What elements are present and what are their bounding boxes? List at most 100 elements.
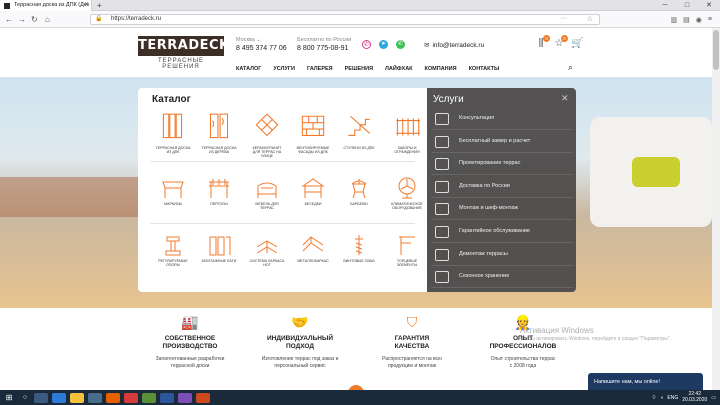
back-icon[interactable]: ← bbox=[5, 11, 13, 28]
email-link[interactable]: ✉ info@terradeck.ru bbox=[424, 41, 484, 49]
close-window-icon[interactable]: ✕ bbox=[698, 0, 720, 11]
chat-widget[interactable]: Напишите нам, мы online! bbox=[588, 373, 703, 391]
catalog-item-porcelain-tiles[interactable]: КЕРАМОГРАНИТ ДЛЯ ТЕРРАС НА УЛИЦЕ bbox=[244, 112, 290, 159]
new-tab-button[interactable]: + bbox=[97, 0, 102, 11]
menu-item-solutions[interactable]: РЕШЕНИЯ bbox=[345, 66, 373, 72]
blueprint-icon bbox=[435, 158, 449, 171]
catalog-item-gazebos[interactable]: БЕСЕДКИ bbox=[290, 176, 336, 206]
catalog-item-end-elements[interactable]: ТОРЦЕВЫЕ ЭЛЕМЕНТЫ bbox=[384, 233, 430, 267]
toolbar-extensions: ▥ ▤ ◉ ≡ bbox=[671, 11, 712, 28]
catalog-item-mounting-lags[interactable]: МОНТАЖНЫЕ ЛАГИ bbox=[196, 233, 242, 263]
maximize-icon[interactable]: □ bbox=[676, 0, 698, 11]
catalog-item-frame-system[interactable]: СИСТЕМА КАРКАСА НОТ bbox=[244, 233, 290, 267]
edge-icon[interactable] bbox=[52, 392, 66, 403]
menu-item-gallery[interactable]: ГАЛЕРЕЯ bbox=[307, 66, 333, 72]
service-item-design[interactable]: Проектирование террас bbox=[431, 153, 573, 176]
service-item-dismantling[interactable]: Демонтаж террасы bbox=[431, 244, 573, 266]
app-icon[interactable] bbox=[142, 392, 156, 403]
catalog-item-adjustable-supports[interactable]: РЕГУЛИРУЕМЫЕ ОПОРЫ bbox=[150, 233, 196, 267]
service-item-label: Демонтаж террасы bbox=[459, 250, 508, 257]
catalog-item-screw-piles[interactable]: ВИНТОВЫЕ СВАИ bbox=[336, 233, 382, 263]
compare-icon[interactable]: ⫼ 0 bbox=[535, 35, 550, 49]
close-icon[interactable]: ✕ bbox=[561, 93, 569, 104]
wood-board-icon bbox=[209, 113, 229, 139]
sidebar-icon[interactable]: ▤ bbox=[683, 16, 690, 24]
dismantle-icon bbox=[435, 248, 449, 261]
catalog-item-label: СИСТЕМА КАРКАСА НОТ bbox=[249, 259, 285, 268]
catalog-item-awnings[interactable]: МАРКИЗЫ bbox=[150, 176, 196, 206]
home-icon[interactable]: ⌂ bbox=[45, 11, 50, 28]
catalog-item-fences[interactable]: ЗАБОРЫ И ОГРАЖДЕНИЯ bbox=[384, 112, 430, 154]
catalog-item-ventilated-facades[interactable]: ВЕНТИЛИРУЕМЫЕ ФАСАДЫ ИЗ ДПК bbox=[290, 112, 336, 154]
search-icon[interactable]: ⌕ bbox=[568, 62, 573, 73]
catalog-item-pergolas[interactable]: ПЕРГОЛЫ bbox=[196, 176, 242, 206]
service-item-consultation[interactable]: Консультация bbox=[431, 108, 573, 130]
notifications-icon[interactable]: ▭ bbox=[711, 395, 716, 401]
whatsapp-icon[interactable]: ✆ bbox=[396, 40, 405, 49]
menu-item-lifehack[interactable]: ЛАЙФХАК bbox=[385, 66, 412, 72]
bookmark-star-icon[interactable]: ☆ bbox=[587, 15, 593, 24]
explorer-icon[interactable] bbox=[70, 392, 84, 403]
network-icon[interactable]: ⌔ bbox=[652, 395, 657, 401]
catalog-item-metal-frame[interactable]: МЕТАЛЛОКАРКАС bbox=[290, 233, 336, 263]
task-view-icon[interactable] bbox=[34, 392, 48, 403]
page-actions-icon[interactable]: ··· bbox=[560, 14, 567, 23]
minimize-icon[interactable]: ─ bbox=[654, 0, 676, 11]
phone-free[interactable]: 8 800 775-08-91 bbox=[297, 45, 348, 52]
menu-item-company[interactable]: КОМПАНИЯ bbox=[425, 66, 457, 72]
service-item-label: Бесплатный замер и расчет bbox=[459, 137, 531, 144]
metal-frame-icon bbox=[302, 236, 324, 252]
windows-taskbar: ⊞ ○ ⌔ ◖ ENG 22:42 20.03.2020 ▭ bbox=[0, 390, 720, 405]
clock[interactable]: 22:42 20.03.2020 bbox=[682, 391, 707, 403]
forward-icon[interactable]: → bbox=[18, 11, 26, 28]
menu-item-contacts[interactable]: КОНТАКТЫ bbox=[469, 66, 500, 72]
cart-icon[interactable]: 🛒 bbox=[571, 38, 583, 49]
catalog-item-label: СТУПЕНИ ИЗ ДПК bbox=[343, 146, 375, 150]
feature-guarantee: ⛉ ГАРАНТИЯ КАЧЕСТВА Распространяется на в… bbox=[352, 314, 472, 370]
language-indicator[interactable]: ENG bbox=[667, 395, 678, 401]
catalog-item-label: МЕТАЛЛОКАРКАС bbox=[297, 259, 329, 263]
catalog-item-climate-equipment[interactable]: КЛИМАТИЧЕСКОЕ ОБОРУДОВАНИЕ bbox=[384, 176, 430, 210]
taskbar-search-icon[interactable]: ○ bbox=[18, 394, 32, 401]
site-logo[interactable]: TERRADECK ТЕРРАСНЫЕ РЕШЕНИЯ bbox=[138, 36, 229, 70]
city-selector[interactable]: Москва ⌄ bbox=[236, 37, 261, 43]
catalog-item-terrace-board-wood[interactable]: ТЕРРАСНАЯ ДОСКА ИЗ ДЕРЕВА bbox=[196, 112, 242, 154]
phone-moscow[interactable]: 8 495 374 77 06 bbox=[236, 45, 287, 52]
app-icon[interactable] bbox=[124, 392, 138, 403]
firefox-icon[interactable] bbox=[106, 392, 120, 403]
catalog-divider bbox=[150, 161, 415, 162]
service-item-delivery[interactable]: Доставка по России bbox=[431, 176, 573, 198]
truck-icon bbox=[435, 180, 449, 193]
menu-icon[interactable]: ≡ bbox=[708, 16, 712, 23]
browser-tab[interactable]: Террасная доска из ДПК (Дек bbox=[0, 0, 92, 11]
favorites-icon[interactable]: ☆ 0 bbox=[553, 35, 568, 49]
page-scrollbar[interactable] bbox=[712, 28, 720, 390]
volume-icon[interactable]: ◖ bbox=[660, 395, 663, 401]
catalog-item-barbecue[interactable]: БАРБЕКЮ bbox=[336, 176, 382, 206]
menu-item-catalog[interactable]: КАТАЛОГ bbox=[236, 66, 261, 72]
viber-icon[interactable]: ✆ bbox=[362, 40, 371, 49]
word-icon[interactable] bbox=[160, 392, 174, 403]
start-icon[interactable]: ⊞ bbox=[0, 393, 18, 402]
service-item-warranty[interactable]: Гарантийное обслуживание bbox=[431, 221, 573, 243]
catalog-item-wpc-steps[interactable]: СТУПЕНИ ИЗ ДПК bbox=[336, 112, 382, 150]
menu-item-services[interactable]: УСЛУГИ bbox=[273, 66, 295, 72]
scrollbar-thumb[interactable] bbox=[713, 30, 719, 70]
extension-icon[interactable]: ◉ bbox=[696, 16, 702, 24]
service-item-storage[interactable]: Сезонное хранение bbox=[431, 266, 573, 289]
telegram-icon[interactable]: ➤ bbox=[379, 40, 388, 49]
address-bar[interactable]: 🔒 https://terradeck.ru ··· ☆ bbox=[90, 14, 600, 25]
service-item-measurement[interactable]: Бесплатный замер и расчет bbox=[431, 131, 573, 153]
store-icon[interactable] bbox=[88, 392, 102, 403]
catalog-item-terrace-furniture[interactable]: МЕБЕЛЬ ДЛЯ ТЕРРАС bbox=[244, 176, 290, 210]
service-item-installation[interactable]: Монтаж и шеф-монтаж bbox=[431, 198, 573, 221]
reload-icon[interactable]: ↻ bbox=[31, 11, 38, 28]
app-icon[interactable] bbox=[196, 392, 210, 403]
catalog-item-terrace-board-wpc[interactable]: ТЕРРАСНАЯ ДОСКА ИЗ ДПК bbox=[150, 112, 196, 154]
viber-app-icon[interactable] bbox=[178, 392, 192, 403]
handshake-icon: 🤝 bbox=[291, 314, 309, 330]
tab-title: Террасная доска из ДПК (Дек bbox=[14, 2, 90, 8]
library-icon[interactable]: ▥ bbox=[671, 16, 678, 24]
url-text: https://terradeck.ru bbox=[111, 16, 162, 22]
close-tab-icon[interactable]: ✕ bbox=[84, 0, 89, 11]
